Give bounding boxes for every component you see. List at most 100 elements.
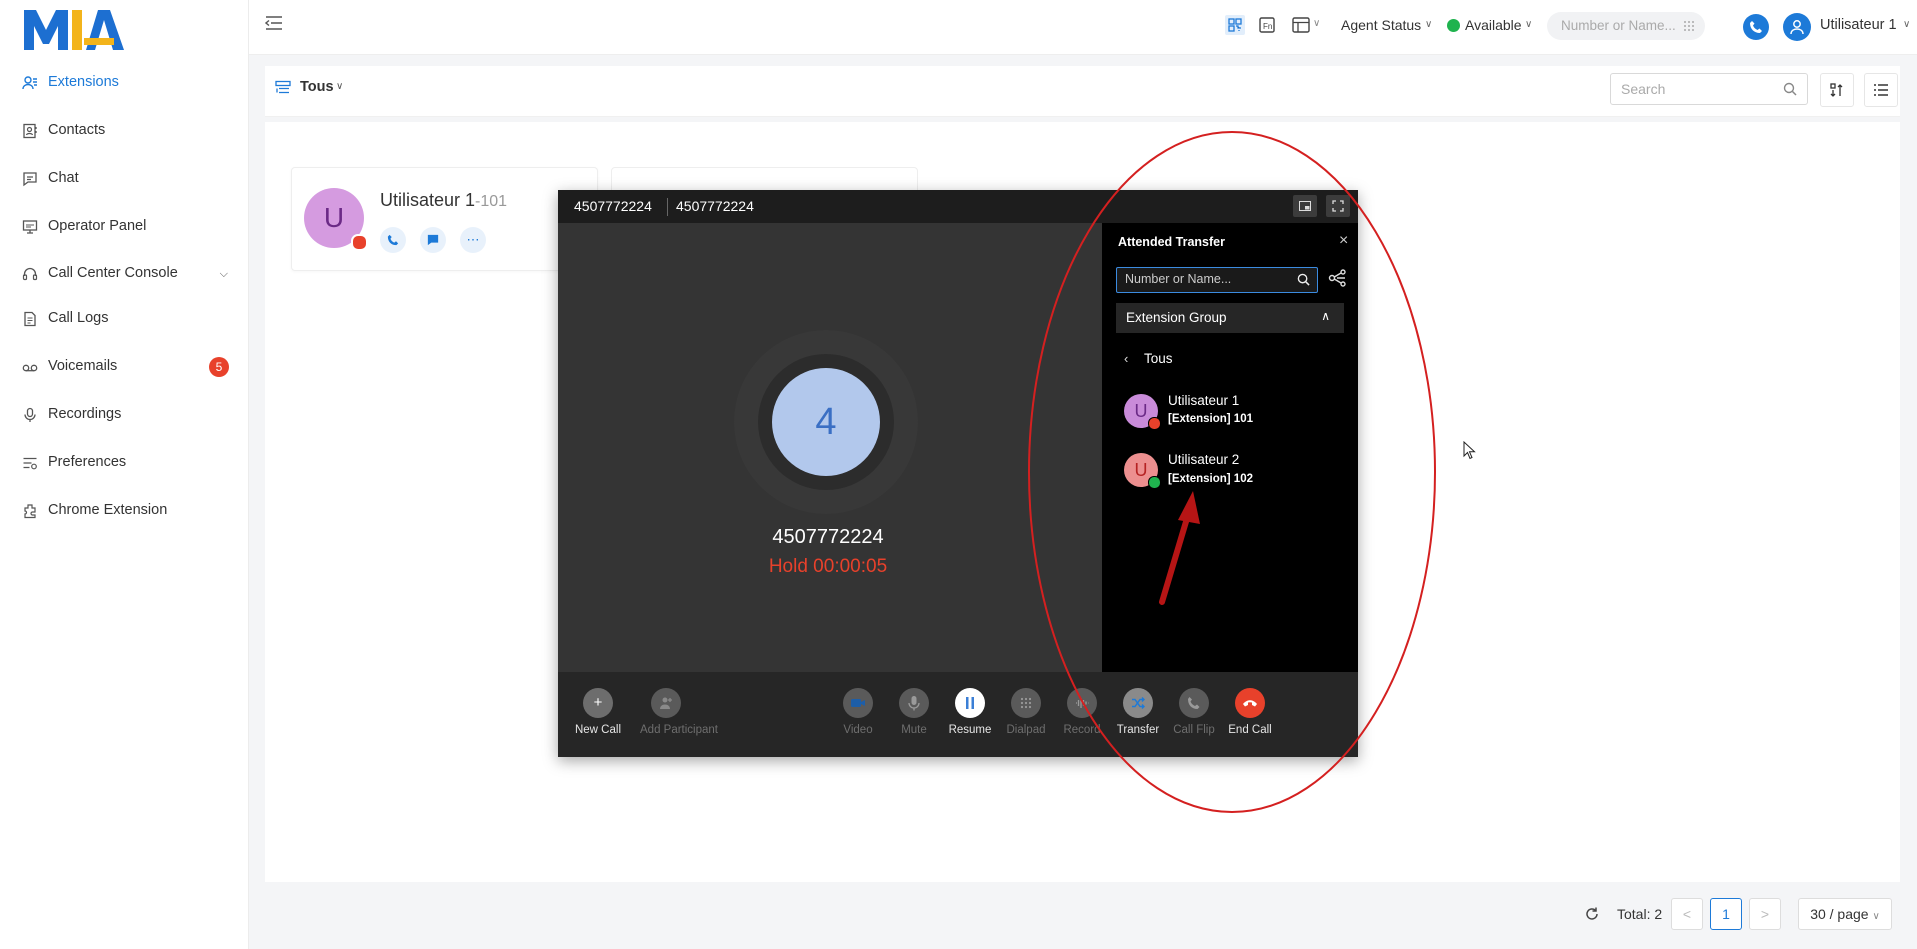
refresh-icon[interactable] bbox=[1584, 906, 1600, 922]
sort-button[interactable] bbox=[1820, 73, 1854, 107]
layout-icon[interactable] bbox=[1291, 15, 1311, 35]
avatar[interactable] bbox=[1783, 13, 1811, 41]
chevron-down-icon[interactable]: ⌵ bbox=[220, 268, 228, 281]
sidebar-item-label: Chrome Extension bbox=[48, 502, 168, 518]
minimize-window-button[interactable] bbox=[1293, 195, 1317, 217]
call-extension-button[interactable] bbox=[380, 227, 406, 253]
sidebar-item-preferences[interactable]: Preferences bbox=[0, 445, 248, 481]
video-button[interactable]: Video bbox=[832, 688, 884, 736]
preferences-icon bbox=[23, 457, 37, 470]
chevron-down-icon[interactable]: ∨ bbox=[336, 81, 343, 92]
close-icon[interactable]: × bbox=[1339, 232, 1348, 250]
caller-avatar: 4 bbox=[772, 368, 880, 476]
group-selector[interactable]: Tous bbox=[300, 79, 334, 95]
share-icon[interactable] bbox=[1328, 268, 1348, 288]
sidebar-item-call-center-console[interactable]: Call Center Console ⌵ bbox=[0, 256, 248, 292]
page-number-button[interactable]: 1 bbox=[1710, 898, 1742, 930]
agent-status-dropdown[interactable]: Agent Status bbox=[1341, 17, 1421, 33]
add-participant-button[interactable]: Add Participant bbox=[640, 688, 718, 736]
end-call-icon bbox=[1235, 688, 1265, 718]
sidebar-item-label: Chat bbox=[48, 170, 79, 186]
sidebar: Extensions Contacts Chat Operator Panel … bbox=[0, 0, 249, 949]
call-tab[interactable]: 4507772224 bbox=[676, 198, 754, 214]
button-label: Transfer bbox=[1116, 724, 1160, 736]
record-icon bbox=[1067, 688, 1097, 718]
fullscreen-button[interactable] bbox=[1326, 195, 1350, 217]
search-icon[interactable] bbox=[1297, 273, 1310, 286]
sidebar-item-label: Operator Panel bbox=[48, 218, 147, 234]
chevron-up-icon[interactable]: ∧ bbox=[1321, 309, 1330, 323]
sidebar-item-voicemails[interactable]: Voicemails 5 bbox=[0, 349, 248, 385]
add-participant-icon bbox=[651, 688, 681, 718]
voicemail-count-badge: 5 bbox=[209, 357, 229, 377]
search-placeholder: Number or Name... bbox=[1561, 18, 1676, 33]
dialpad-icon[interactable] bbox=[1683, 20, 1695, 32]
transfer-search-input[interactable]: Number or Name... bbox=[1116, 267, 1318, 293]
sort-icon bbox=[1830, 83, 1843, 97]
button-label: Video bbox=[843, 724, 873, 736]
extension-card[interactable]: U Utilisateur 1-101 ⋯ bbox=[291, 167, 598, 271]
dial-search-input[interactable]: Number or Name... bbox=[1547, 12, 1705, 40]
headset-icon bbox=[22, 267, 38, 281]
extension-group-icon bbox=[275, 80, 291, 94]
resume-button[interactable]: Resume bbox=[944, 688, 996, 736]
sidebar-item-contacts[interactable]: Contacts bbox=[0, 113, 248, 149]
dialpad-button[interactable]: Dialpad bbox=[1000, 688, 1052, 736]
prev-page-button[interactable]: < bbox=[1671, 898, 1703, 930]
group-breadcrumb[interactable]: Tous bbox=[1144, 351, 1173, 366]
new-call-button[interactable]: + New Call bbox=[572, 688, 624, 736]
list-view-icon bbox=[1874, 84, 1888, 96]
search-placeholder: Number or Name... bbox=[1125, 272, 1232, 286]
search-input[interactable]: Search bbox=[1610, 73, 1808, 105]
next-page-button[interactable]: > bbox=[1749, 898, 1781, 930]
user-menu[interactable]: Utilisateur 1 bbox=[1820, 17, 1897, 33]
extension-name: Utilisateur 1-101 bbox=[380, 190, 507, 211]
chevron-down-icon[interactable]: ∨ bbox=[1525, 19, 1532, 30]
call-tab[interactable]: 4507772224 bbox=[574, 198, 652, 214]
more-options-button[interactable]: ⋯ bbox=[460, 227, 486, 253]
list-view-button[interactable] bbox=[1864, 73, 1898, 107]
picture-in-picture-icon bbox=[1299, 201, 1311, 211]
sidebar-item-call-logs[interactable]: Call Logs bbox=[0, 301, 248, 337]
extension-group-label: Extension Group bbox=[1126, 310, 1227, 325]
function-key-icon[interactable]: Fn bbox=[1257, 15, 1277, 35]
contact-name: Utilisateur 2 bbox=[1168, 452, 1240, 467]
qr-code-icon[interactable] bbox=[1225, 15, 1245, 35]
extension-group-header[interactable]: Extension Group ∧ bbox=[1116, 303, 1344, 333]
sidebar-item-extensions[interactable]: Extensions bbox=[0, 65, 248, 101]
sidebar-item-label: Call Center Console bbox=[48, 265, 178, 281]
collapse-menu-icon[interactable] bbox=[265, 15, 283, 31]
mouse-cursor-icon bbox=[1463, 441, 1476, 460]
call-flip-button[interactable]: Call Flip bbox=[1168, 688, 1220, 736]
mute-button[interactable]: Mute bbox=[888, 688, 940, 736]
chevron-down-icon[interactable]: ∨ bbox=[1903, 19, 1910, 30]
svg-text:Fn: Fn bbox=[1263, 22, 1272, 31]
chevron-down-icon[interactable]: ∨ bbox=[1425, 19, 1432, 30]
chat-extension-button[interactable] bbox=[420, 227, 446, 253]
button-label: Mute bbox=[901, 724, 927, 736]
plus-icon: + bbox=[583, 688, 613, 718]
record-button[interactable]: Record bbox=[1056, 688, 1108, 736]
mia-logo[interactable] bbox=[22, 4, 126, 52]
back-chevron-icon[interactable]: ‹ bbox=[1124, 351, 1128, 366]
status-dot bbox=[351, 234, 368, 251]
presence-dropdown[interactable]: Available bbox=[1465, 17, 1522, 33]
page-size-select[interactable]: 30 / page ∨ bbox=[1798, 898, 1892, 930]
sidebar-item-chrome-extension[interactable]: Chrome Extension bbox=[0, 493, 248, 529]
layout-dropdown-chevron-icon[interactable]: ∨ bbox=[1313, 18, 1320, 29]
transfer-button[interactable]: Transfer bbox=[1112, 688, 1164, 736]
button-label: Call Flip bbox=[1173, 724, 1215, 736]
panel-title: Attended Transfer bbox=[1118, 235, 1225, 249]
sidebar-item-chat[interactable]: Chat bbox=[0, 161, 248, 197]
call-logs-icon bbox=[24, 311, 36, 327]
call-window-header[interactable]: 4507772224 4507772224 bbox=[558, 190, 1358, 223]
chat-icon bbox=[23, 172, 37, 187]
call-button[interactable] bbox=[1743, 14, 1769, 40]
total-count: Total: 2 bbox=[1617, 906, 1663, 922]
sidebar-item-operator-panel[interactable]: Operator Panel bbox=[0, 209, 248, 245]
search-icon[interactable] bbox=[1783, 82, 1797, 96]
end-call-button[interactable]: End Call bbox=[1224, 688, 1276, 736]
caller-number: 4507772224 bbox=[772, 526, 884, 548]
sidebar-item-recordings[interactable]: Recordings bbox=[0, 397, 248, 433]
transfer-icon bbox=[1123, 688, 1153, 718]
